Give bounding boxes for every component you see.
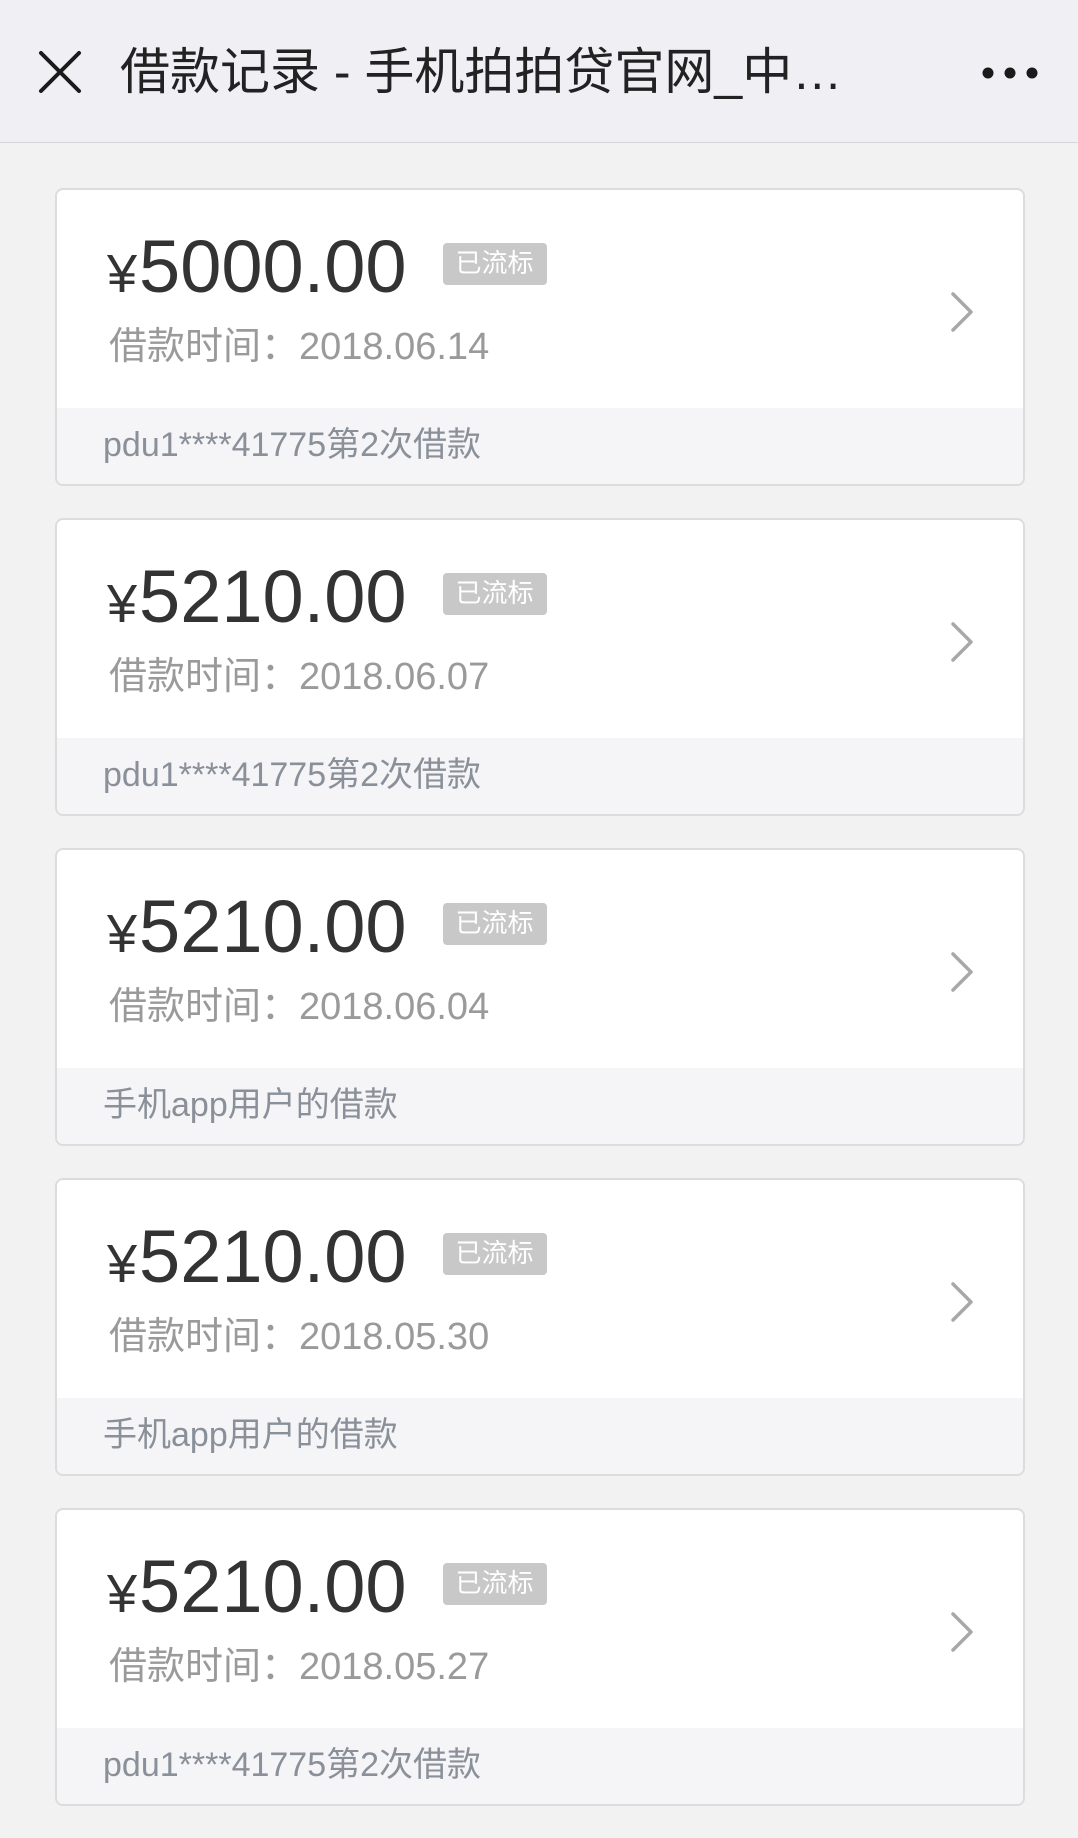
card-footer: 手机app用户的借款 [57,1398,1023,1474]
loan-amount: ¥5210.00 [107,1544,407,1634]
date-value: 2018.06.04 [299,986,490,1028]
loan-record-card[interactable]: ¥5210.00 已流标 借款时间：2018.06.07 pdu1****417… [55,518,1025,816]
card-footer: pdu1****41775第2次借款 [57,408,1023,484]
currency-symbol: ¥ [107,243,138,304]
currency-symbol: ¥ [107,1563,138,1624]
loan-date: 借款时间：2018.06.14 [109,322,489,372]
page-title: 借款记录 - 手机拍拍贷官网_中… [120,44,843,100]
status-badge: 已流标 [442,903,547,945]
date-value: 2018.05.30 [299,1316,490,1358]
loan-record-card[interactable]: ¥5210.00 已流标 借款时间：2018.06.04 手机app用户的借款 [55,848,1025,1146]
amount-value: 5210.00 [139,554,407,638]
status-badge: 已流标 [442,573,547,615]
close-button[interactable] [30,38,90,106]
status-badge: 已流标 [442,1233,547,1275]
loan-date: 借款时间：2018.05.30 [109,1312,489,1362]
date-label: 借款时间： [109,656,300,698]
nav-bar: 借款记录 - 手机拍拍贷官网_中… [0,0,1078,143]
loan-record-list: ¥5000.00 已流标 借款时间：2018.06.14 pdu1****417… [55,188,1025,1838]
currency-symbol: ¥ [107,1233,138,1294]
chevron-right-icon [951,1282,973,1322]
chevron-right-icon [951,952,973,992]
amount-value: 5210.00 [139,884,407,968]
date-value: 2018.06.07 [299,656,490,698]
loan-date: 借款时间：2018.06.04 [109,982,489,1032]
loan-description: 手机app用户的借款 [103,1086,398,1124]
currency-symbol: ¥ [107,573,138,634]
loan-amount: ¥5210.00 [107,554,407,644]
card-footer: pdu1****41775第2次借款 [57,1728,1023,1804]
chevron-right-icon [951,622,973,662]
status-badge: 已流标 [442,243,547,285]
loan-record-card[interactable]: ¥5210.00 已流标 借款时间：2018.05.27 pdu1****417… [55,1508,1025,1806]
close-icon [39,51,81,93]
amount-value: 5000.00 [139,224,407,308]
more-button[interactable] [948,48,1038,98]
date-label: 借款时间： [109,1316,300,1358]
date-label: 借款时间： [109,326,300,368]
loan-description: pdu1****41775第2次借款 [103,426,482,464]
loan-amount: ¥5210.00 [107,884,407,974]
chevron-right-icon [951,1612,973,1652]
date-value: 2018.05.27 [299,1646,490,1688]
loan-description: pdu1****41775第2次借款 [103,1746,482,1784]
date-value: 2018.06.14 [299,326,490,368]
loan-description: 手机app用户的借款 [103,1416,398,1454]
amount-value: 5210.00 [139,1214,407,1298]
loan-record-card[interactable]: ¥5210.00 已流标 借款时间：2018.05.30 手机app用户的借款 [55,1178,1025,1476]
loan-record-card[interactable]: ¥5000.00 已流标 借款时间：2018.06.14 pdu1****417… [55,188,1025,486]
status-badge: 已流标 [442,1563,547,1605]
loan-amount: ¥5210.00 [107,1214,407,1304]
loan-description: pdu1****41775第2次借款 [103,756,482,794]
date-label: 借款时间： [109,1646,300,1688]
more-dots-icon [982,67,1038,79]
currency-symbol: ¥ [107,903,138,964]
date-label: 借款时间： [109,986,300,1028]
card-footer: pdu1****41775第2次借款 [57,738,1023,814]
amount-value: 5210.00 [139,1544,407,1628]
card-footer: 手机app用户的借款 [57,1068,1023,1144]
loan-date: 借款时间：2018.06.07 [109,652,489,702]
chevron-right-icon [951,292,973,332]
loan-amount: ¥5000.00 [107,224,407,314]
loan-date: 借款时间：2018.05.27 [109,1642,489,1692]
